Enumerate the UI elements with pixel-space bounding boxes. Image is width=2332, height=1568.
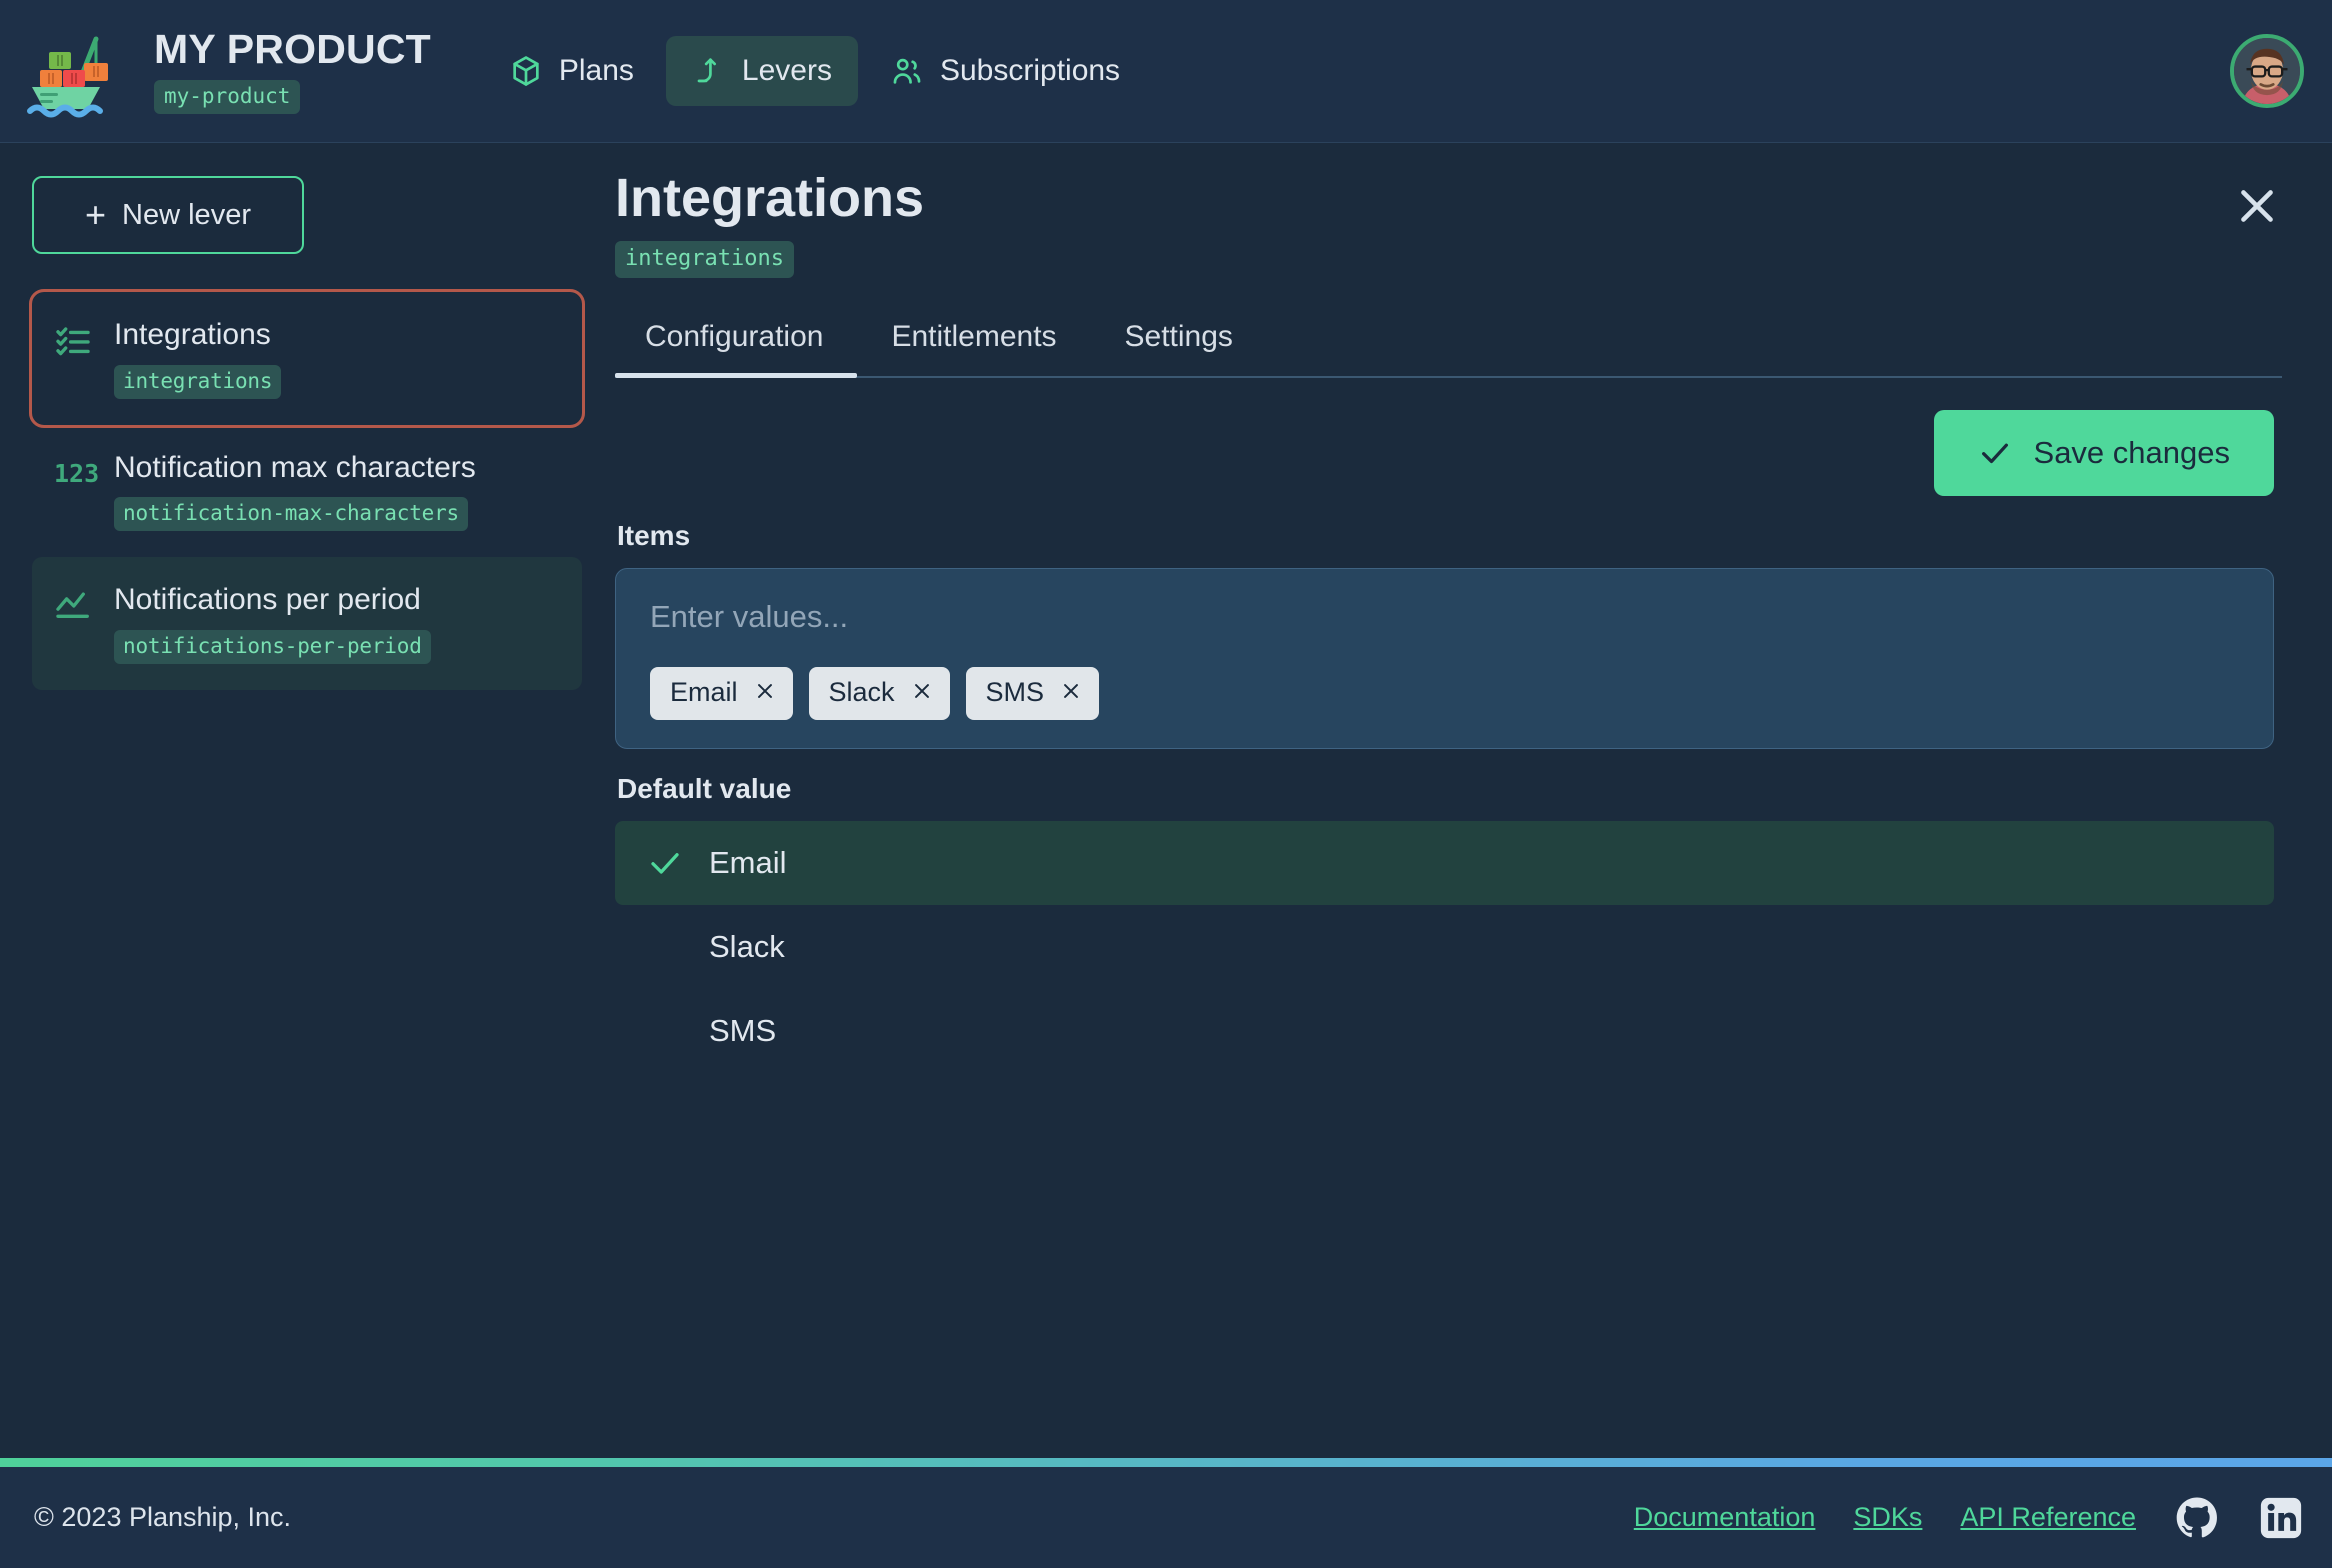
- nav-item-levers[interactable]: Levers: [665, 36, 858, 106]
- items-label: Items: [617, 520, 691, 552]
- footer-links: Documentation SDKs API Reference: [1634, 1495, 2304, 1541]
- close-icon[interactable]: [2232, 181, 2282, 231]
- linkedin-icon[interactable]: [2258, 1495, 2304, 1541]
- line-chart-icon: [54, 587, 92, 625]
- chip-label: Email: [670, 677, 738, 708]
- chip-sms[interactable]: SMS: [965, 667, 1100, 721]
- lever-item-text: Notification max characters notification…: [114, 450, 476, 531]
- page-slug: integrations: [615, 241, 794, 279]
- container-ship-icon: [22, 23, 140, 119]
- lever-detail-panel: Integrations integrations Configuration …: [612, 143, 2332, 1458]
- footer-gradient-bar: [0, 1458, 2332, 1467]
- footer-link-sdks[interactable]: SDKs: [1853, 1502, 1922, 1533]
- tab-configuration[interactable]: Configuration: [615, 320, 858, 379]
- avatar[interactable]: [2230, 34, 2304, 108]
- items-placeholder: Enter values...: [650, 599, 849, 635]
- panel-header: Integrations integrations: [615, 168, 2282, 279]
- nav-item-subscriptions[interactable]: Subscriptions: [864, 36, 1146, 106]
- check-icon: [647, 845, 683, 881]
- check-icon: [1978, 436, 2012, 470]
- new-lever-button[interactable]: + New lever: [32, 176, 304, 254]
- items-chip-list: Email Slack SMS: [650, 667, 2239, 721]
- checklist-icon: [54, 322, 92, 360]
- nav-item-plans-label: Plans: [558, 54, 634, 87]
- lever-item-text: Notifications per period notifications-p…: [114, 583, 431, 664]
- lever-list-item-integrations[interactable]: Integrations integrations: [29, 289, 585, 428]
- product-title: MY PRODUCT: [154, 25, 431, 72]
- lever-list-item-notifications-per-period[interactable]: Notifications per period notifications-p…: [32, 557, 582, 690]
- users-icon: [890, 54, 924, 88]
- levers-sidebar: + New lever Integrations integrations 12…: [0, 143, 612, 1458]
- default-value-label: Default value: [617, 773, 792, 805]
- main-nav: Plans Levers Subscriptions: [483, 36, 1146, 106]
- lever-item-name: Notification max characters: [114, 450, 476, 484]
- lever-list-item-notification-max-characters[interactable]: 123 Notification max characters notifica…: [32, 425, 582, 558]
- default-value-options: Email Slack SMS: [615, 821, 2274, 1073]
- tab-entitlements[interactable]: Entitlements: [857, 320, 1090, 376]
- save-row: Save changes: [615, 410, 2282, 497]
- page-title: Integrations: [615, 168, 925, 228]
- option-label: Email: [709, 845, 787, 881]
- github-icon[interactable]: [2174, 1495, 2220, 1541]
- chip-label: Slack: [828, 677, 895, 708]
- nav-item-levers-label: Levers: [741, 54, 832, 87]
- footer-link-api-reference[interactable]: API Reference: [1960, 1502, 2136, 1533]
- new-lever-button-label: New lever: [122, 198, 251, 231]
- chip-email[interactable]: Email: [650, 667, 793, 721]
- chip-label: SMS: [985, 677, 1045, 708]
- save-changes-button[interactable]: Save changes: [1933, 410, 2274, 497]
- chip-slack[interactable]: Slack: [808, 667, 950, 721]
- detail-tabs: Configuration Entitlements Settings: [615, 320, 2282, 379]
- chip-remove-icon[interactable]: [911, 680, 933, 706]
- copyright: © 2023 Planship, Inc.: [34, 1502, 292, 1532]
- lever-icon: [692, 54, 726, 88]
- lever-item-text: Integrations integrations: [114, 318, 282, 399]
- option-label: SMS: [709, 1013, 777, 1049]
- option-slack[interactable]: Slack: [615, 905, 2274, 989]
- lever-item-slug: notification-max-characters: [114, 497, 468, 531]
- footer: © 2023 Planship, Inc. Documentation SDKs…: [0, 1467, 2332, 1568]
- plus-icon: +: [85, 194, 107, 235]
- lever-item-slug: integrations: [114, 364, 282, 399]
- 123-icon: 123: [54, 458, 100, 488]
- tab-settings[interactable]: Settings: [1091, 320, 1267, 376]
- package-icon: [509, 54, 543, 88]
- chip-remove-icon[interactable]: [1060, 680, 1082, 706]
- lever-item-name: Integrations: [114, 318, 271, 351]
- footer-link-documentation[interactable]: Documentation: [1634, 1502, 1816, 1533]
- nav-item-plans[interactable]: Plans: [483, 36, 660, 106]
- top-bar: MY PRODUCT my-product Plans Levers Subsc…: [0, 0, 2332, 143]
- option-sms[interactable]: SMS: [615, 989, 2274, 1073]
- save-changes-label: Save changes: [2033, 435, 2230, 471]
- lever-item-slug: notifications-per-period: [114, 629, 431, 664]
- brand-block: MY PRODUCT my-product: [154, 25, 431, 115]
- nav-item-subscriptions-label: Subscriptions: [939, 54, 1121, 87]
- lever-list: Integrations integrations 123 Notificati…: [29, 289, 585, 690]
- chip-remove-icon[interactable]: [754, 680, 776, 706]
- lever-item-name: Notifications per period: [114, 583, 421, 616]
- product-slug: my-product: [154, 80, 301, 115]
- items-input[interactable]: Enter values... Email Slack SMS: [615, 568, 2274, 750]
- option-label: Slack: [709, 929, 785, 965]
- option-email[interactable]: Email: [615, 821, 2274, 906]
